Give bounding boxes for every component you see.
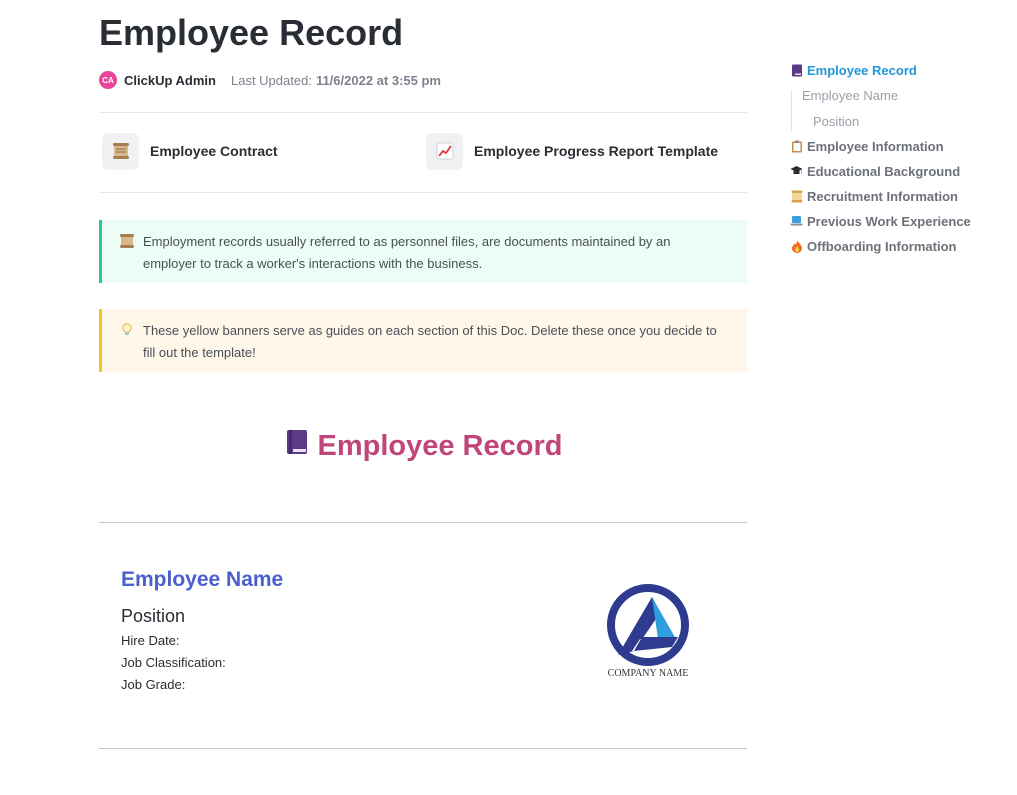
- clipboard-icon: [790, 140, 803, 153]
- toc-item-label: Employee Record: [807, 62, 917, 78]
- toc-item-position[interactable]: Position: [813, 111, 859, 131]
- scroll-icon: [119, 233, 135, 249]
- employee-position: Position: [121, 606, 186, 626]
- chart-increasing-icon: [426, 132, 463, 170]
- job-grade-label: Job Grade:: [121, 677, 186, 692]
- graduation-cap-icon: [790, 165, 803, 178]
- toc-item-label: Offboarding Information: [807, 238, 957, 254]
- author-name[interactable]: ClickUp Admin: [124, 73, 216, 88]
- laptop-icon: [790, 215, 803, 228]
- toc-item-label: Employee Information: [807, 138, 944, 154]
- toc-item-educational-background[interactable]: Educational Background: [790, 161, 960, 181]
- toc-item-employee-name[interactable]: Employee Name: [802, 85, 898, 105]
- job-classification-label: Job Classification:: [121, 655, 226, 670]
- link-label: Employee Contract: [150, 143, 278, 159]
- avatar[interactable]: CA: [99, 71, 117, 89]
- info-banner-text: Employment records usually referred to a…: [143, 234, 671, 271]
- employee-name: Employee Name: [121, 568, 284, 591]
- toc-item-offboarding-information[interactable]: Offboarding Information: [790, 236, 956, 256]
- info-banner: Employment records usually referred to a…: [99, 220, 747, 283]
- scroll-icon: [102, 132, 139, 170]
- toc-indent-line: [791, 90, 792, 132]
- purple-book-icon: [284, 428, 310, 464]
- toc-item-employee-information[interactable]: Employee Information: [790, 136, 944, 156]
- toc-item-recruitment-information[interactable]: Recruitment Information: [790, 186, 958, 206]
- doc-meta: CA ClickUp Admin Last Updated: 11/6/2022…: [99, 69, 441, 91]
- hire-date-label: Hire Date:: [121, 633, 180, 648]
- section-heading: Employee Record: [99, 428, 747, 464]
- last-updated-label: Last Updated:: [230, 72, 312, 88]
- toc-item-label: Recruitment Information: [807, 188, 958, 204]
- divider: [99, 748, 747, 749]
- last-updated-value: 11/6/2022 at 3:55 pm: [315, 72, 441, 88]
- company-logo-text: COMPANY NAME: [607, 668, 689, 679]
- fire-icon: [790, 240, 803, 253]
- toc-item-label: Position: [813, 113, 860, 129]
- lightbulb-icon: [119, 322, 135, 338]
- purple-book-icon: [790, 64, 803, 77]
- section-heading-text: Employee Record: [317, 429, 563, 462]
- link-progress-report[interactable]: Employee Progress Report Template: [426, 132, 718, 170]
- link-employee-contract[interactable]: Employee Contract: [102, 132, 278, 170]
- guide-banner: These yellow banners serve as guides on …: [99, 309, 747, 372]
- scroll-icon: [790, 190, 803, 203]
- toc-item-label: Employee Name: [802, 87, 899, 103]
- link-label: Employee Progress Report Template: [474, 143, 719, 159]
- toc-item-label: Previous Work Experience: [807, 213, 971, 229]
- toc-item-previous-work-experience[interactable]: Previous Work Experience: [790, 211, 971, 231]
- toc-item-employee-record[interactable]: Employee Record: [790, 60, 917, 80]
- toc-item-label: Educational Background: [807, 163, 961, 179]
- divider: [99, 112, 747, 113]
- guide-banner-text: These yellow banners serve as guides on …: [143, 323, 717, 360]
- page-title: Employee Record: [99, 12, 404, 53]
- divider: [99, 192, 747, 193]
- linked-docs: Employee Contract Employee Progress Repo…: [99, 132, 747, 176]
- employee-card: Employee Name Position Hire Date: Job Cl…: [99, 523, 747, 748]
